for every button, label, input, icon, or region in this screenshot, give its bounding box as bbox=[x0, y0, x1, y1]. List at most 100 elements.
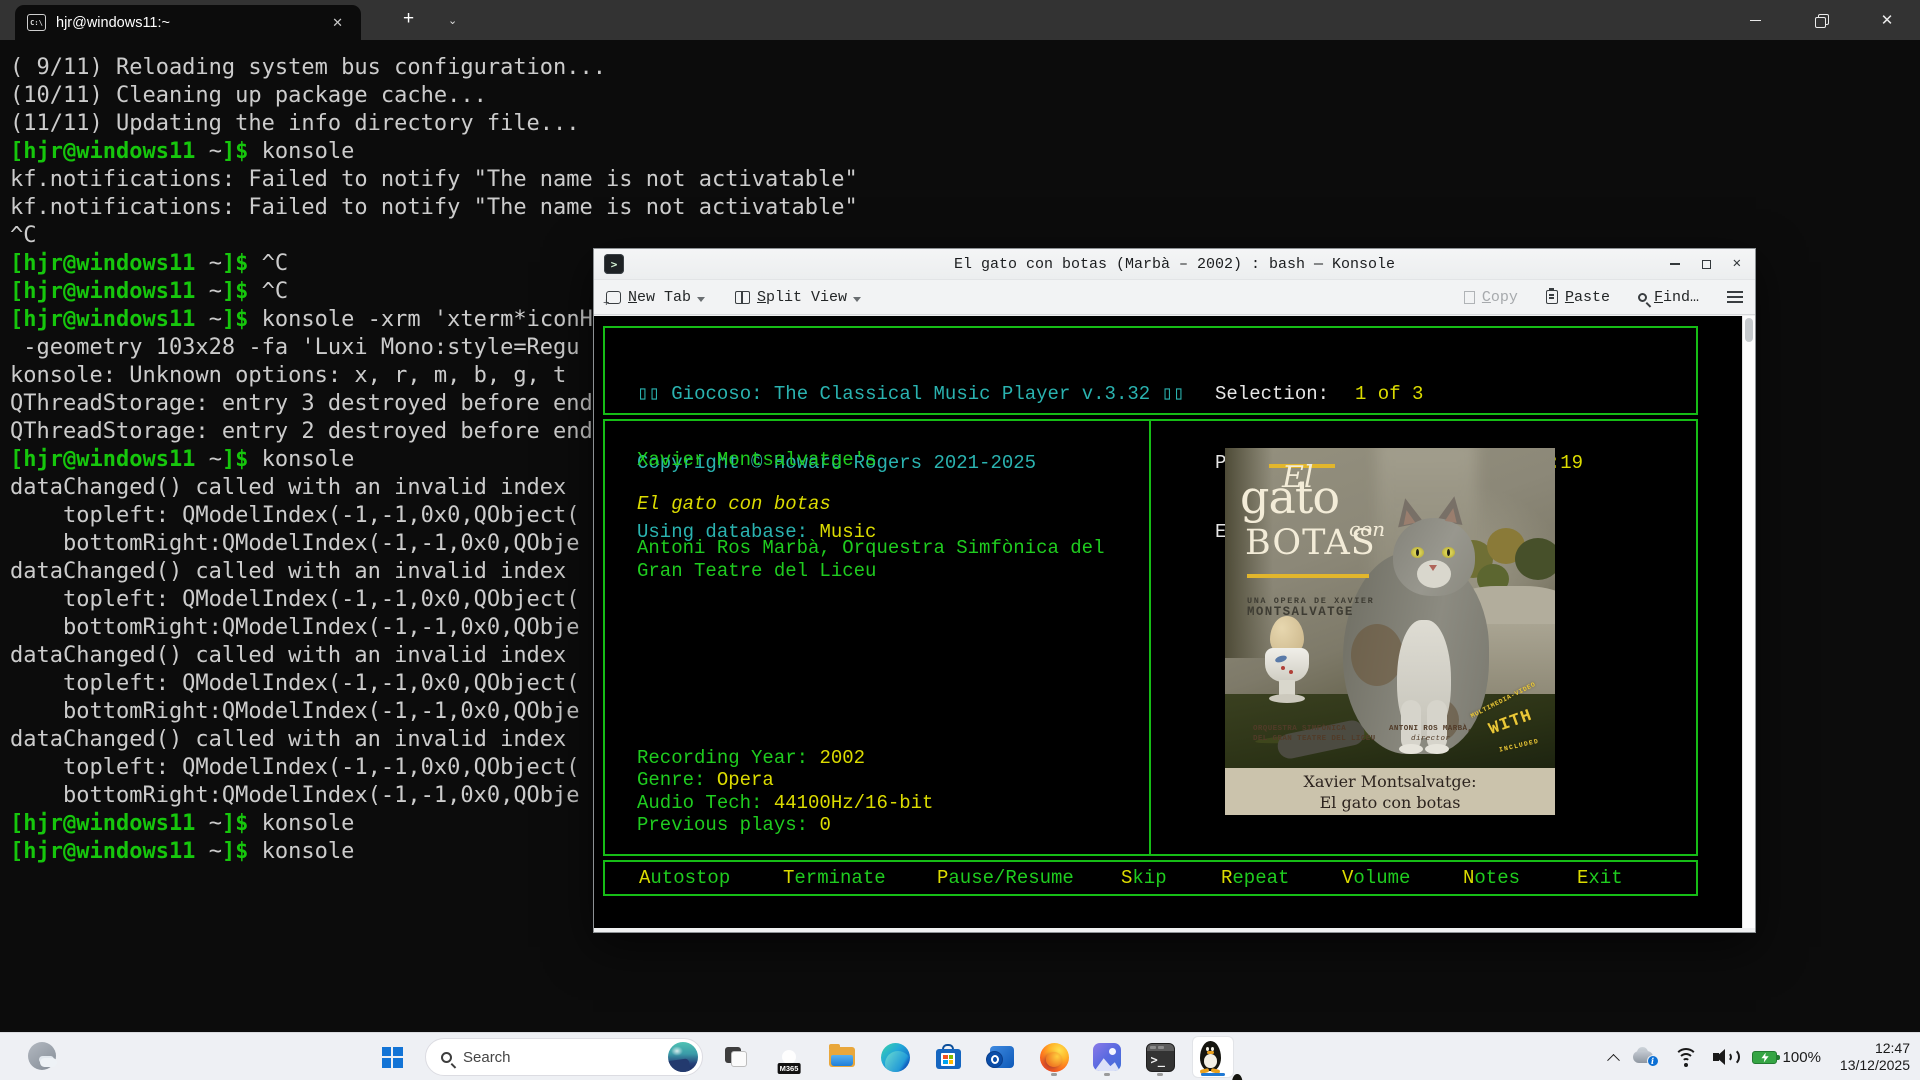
hamburger-icon bbox=[1727, 291, 1743, 293]
file-explorer-button[interactable] bbox=[822, 1037, 862, 1077]
cover-orchestra-credit: ORQUESTRA SIMFÒNICA DEL GRAN TEATRE DEL … bbox=[1253, 724, 1376, 744]
terminal-line: [hjr@windows11 ~]$ konsole bbox=[10, 138, 858, 166]
konsole-maximize-icon[interactable] bbox=[1702, 260, 1711, 269]
copy-icon bbox=[1464, 291, 1475, 304]
terminal-line: (11/11) Updating the info directory file… bbox=[10, 110, 858, 138]
onedrive-button[interactable]: i bbox=[1633, 1047, 1659, 1067]
info-badge: i bbox=[1647, 1055, 1659, 1067]
previous-plays: Previous plays: 0 bbox=[637, 814, 831, 837]
paste-button[interactable]: Paste bbox=[1546, 289, 1610, 306]
close-icon: ✕ bbox=[1881, 11, 1894, 29]
copilot-m365-button[interactable]: M365 bbox=[769, 1037, 809, 1077]
tab-close-icon[interactable]: ✕ bbox=[326, 13, 349, 33]
search-icon bbox=[441, 1052, 452, 1063]
command-prompt-icon: C:\ bbox=[27, 14, 46, 31]
hamburger-menu-button[interactable] bbox=[1727, 291, 1743, 303]
scrollbar[interactable] bbox=[1742, 316, 1755, 928]
find-button[interactable]: Find… bbox=[1638, 289, 1699, 306]
giocoso-menu-volume[interactable]: Volume bbox=[1342, 867, 1410, 890]
linux-konsole-button[interactable] bbox=[1193, 1037, 1233, 1077]
photos-button[interactable] bbox=[1087, 1037, 1127, 1077]
search-highlight-image[interactable] bbox=[668, 1042, 698, 1072]
track-performers: Gran Teatre del Liceu bbox=[637, 560, 876, 583]
konsole-title-bar[interactable]: > El gato con botas (Marbà – 2002) : bas… bbox=[594, 249, 1755, 279]
chevron-down-icon bbox=[853, 297, 861, 302]
new-tab-button[interactable]: + bbox=[395, 8, 422, 30]
time: 12:47 bbox=[1840, 1040, 1910, 1058]
cover-title-botas: BOTAS bbox=[1245, 532, 1376, 555]
cover-composer: MONTSALVATGE bbox=[1247, 601, 1354, 624]
new-tab-button[interactable]: New Tab bbox=[606, 289, 705, 306]
microsoft-store-button[interactable] bbox=[928, 1037, 968, 1077]
tray-chevron-up-icon[interactable] bbox=[1607, 1053, 1620, 1066]
split-view-icon bbox=[735, 291, 750, 304]
panel-divider bbox=[1149, 421, 1151, 854]
m365-badge: M365 bbox=[778, 1063, 801, 1074]
konsole-window-title: El gato con botas (Marbà – 2002) : bash … bbox=[594, 256, 1755, 273]
track-performers: Antoni Ros Marbà, Orquestra Simfònica de… bbox=[637, 537, 1104, 560]
minimize-icon bbox=[1750, 20, 1761, 21]
wifi-button[interactable] bbox=[1674, 1048, 1698, 1067]
clock[interactable]: 12:47 13/12/2025 bbox=[1836, 1040, 1910, 1075]
giocoso-menu-notes[interactable]: Notes bbox=[1463, 867, 1520, 890]
close-button[interactable]: ✕ bbox=[1854, 0, 1920, 40]
battery-percent: 100% bbox=[1783, 1049, 1821, 1066]
tab-dropdown-icon[interactable]: ⌄ bbox=[448, 14, 457, 27]
giocoso-menu-terminate[interactable]: Terminate bbox=[783, 867, 886, 890]
paste-icon bbox=[1546, 290, 1558, 304]
konsole-close-icon[interactable]: ✕ bbox=[1733, 257, 1741, 271]
giocoso-main-box: Xavier Montsalvatge's El gato con botas … bbox=[603, 419, 1698, 856]
battery-button[interactable]: 100% bbox=[1752, 1049, 1821, 1066]
terminal-line: ( 9/11) Reloading system bus configurati… bbox=[10, 54, 858, 82]
start-button[interactable] bbox=[372, 1037, 412, 1077]
photos-icon bbox=[1093, 1043, 1121, 1071]
terminal-tab-bar: C:\ hjr@windows11:~ ✕ + ⌄ ✕ bbox=[0, 0, 1920, 40]
outlook-button[interactable] bbox=[981, 1037, 1021, 1077]
selection-status: Selection:1 of 3 bbox=[1215, 383, 1583, 406]
giocoso-menu-bar: Autostop Terminate Pause/Resume Skip Repeat V… bbox=[603, 860, 1698, 896]
scrollbar-thumb[interactable] bbox=[1745, 318, 1753, 342]
split-view-button[interactable]: Split View bbox=[735, 289, 861, 306]
konsole-toolbar: New Tab Split View Copy Paste bbox=[594, 279, 1755, 315]
terminal-line: (10/11) Cleaning up package cache... bbox=[10, 82, 858, 110]
terminal-tab-title: hjr@windows11:~ bbox=[56, 15, 316, 31]
task-view-button[interactable] bbox=[716, 1037, 756, 1077]
terminal-tab[interactable]: C:\ hjr@windows11:~ ✕ bbox=[15, 5, 361, 40]
edge-button[interactable] bbox=[875, 1037, 915, 1077]
giocoso-menu-pause-resume[interactable]: Pause/Resume bbox=[937, 867, 1074, 890]
search-input[interactable]: Search bbox=[425, 1038, 703, 1076]
weather-widget[interactable] bbox=[26, 1040, 62, 1074]
terminal-line: ^C bbox=[10, 222, 858, 250]
battery-icon bbox=[1752, 1051, 1777, 1064]
terminal-line: kf.notifications: Failed to notify "The … bbox=[10, 166, 858, 194]
giocoso-menu-repeat[interactable]: Repeat bbox=[1221, 867, 1289, 890]
cover-conductor-credit: ANTONI ROS MARBÀ, director bbox=[1389, 724, 1472, 744]
cloud-icon bbox=[40, 1058, 57, 1067]
new-tab-icon bbox=[606, 291, 621, 304]
firefox-button[interactable] bbox=[1034, 1037, 1074, 1077]
giocoso-title: ▯▯ Giocoso: The Classical Music Player v… bbox=[637, 383, 1184, 406]
giocoso-menu-exit[interactable]: Exit bbox=[1577, 867, 1623, 890]
giocoso-player: ▯▯ Giocoso: The Classical Music Player v… bbox=[594, 316, 1742, 928]
album-caption: Xavier Montsalvatge: El gato con botas bbox=[1225, 768, 1555, 815]
album-cover-image: El gato con BOTAS UNA OPERA DE XAVIER MO… bbox=[1225, 448, 1555, 768]
chevron-down-icon bbox=[697, 297, 705, 302]
recording-year: Recording Year: 2002 bbox=[637, 747, 865, 770]
genre: Genre: Opera bbox=[637, 769, 774, 792]
search-placeholder: Search bbox=[463, 1049, 511, 1066]
copy-button[interactable]: Copy bbox=[1464, 289, 1518, 306]
restore-button[interactable] bbox=[1788, 0, 1854, 40]
restore-icon bbox=[1815, 14, 1827, 26]
konsole-app-icon: > bbox=[604, 254, 624, 274]
charging-bolt-icon bbox=[1761, 1053, 1770, 1063]
konsole-window: > El gato con botas (Marbà – 2002) : bas… bbox=[593, 248, 1756, 933]
track-composer: Xavier Montsalvatge's bbox=[637, 449, 876, 472]
cover-title-gato: gato bbox=[1240, 486, 1339, 509]
konsole-minimize-icon[interactable] bbox=[1670, 263, 1680, 265]
konsole-terminal-area[interactable]: ▯▯ Giocoso: The Classical Music Player v… bbox=[594, 316, 1755, 928]
giocoso-menu-skip[interactable]: Skip bbox=[1121, 867, 1167, 890]
windows-terminal-button[interactable]: >_ bbox=[1140, 1037, 1180, 1077]
giocoso-menu-autostop[interactable]: Autostop bbox=[639, 867, 730, 890]
volume-button[interactable] bbox=[1713, 1048, 1737, 1066]
minimize-button[interactable] bbox=[1722, 0, 1788, 40]
